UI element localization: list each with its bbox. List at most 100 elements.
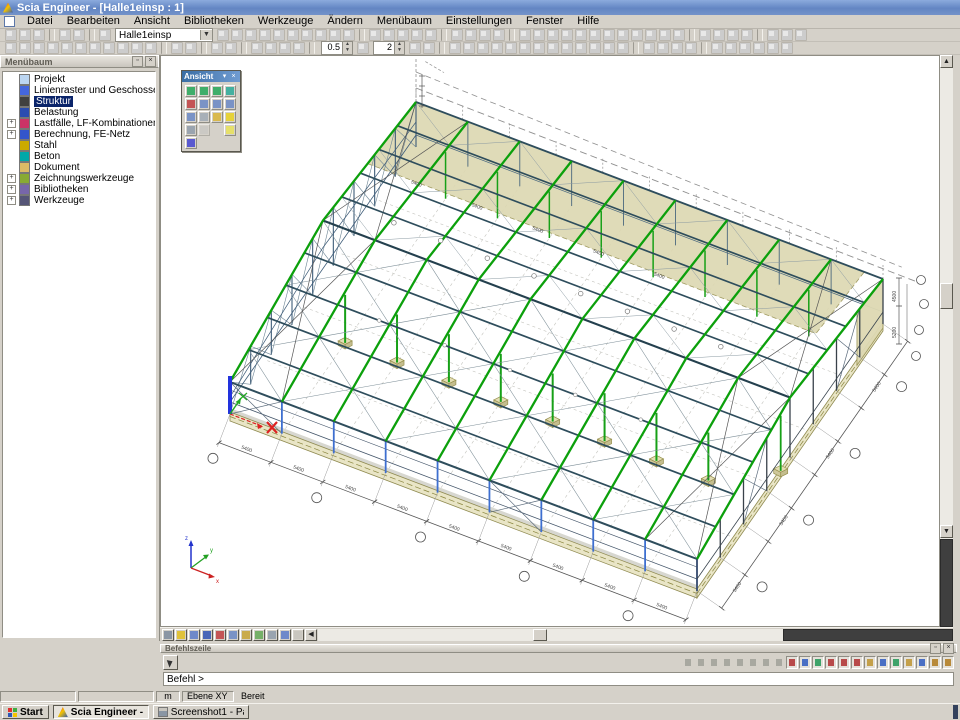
view-palette-header[interactable]: Ansicht ▾ × (182, 71, 240, 82)
tree-item-dokument[interactable]: + Dokument (3, 162, 155, 173)
export-icon[interactable] (685, 42, 697, 54)
zoom-selection-icon[interactable] (217, 29, 229, 41)
pick-move-icon[interactable] (747, 656, 759, 669)
arrange-windows-icon[interactable] (741, 29, 753, 41)
system-tray[interactable] (953, 705, 958, 719)
pick-polyline-icon[interactable] (773, 656, 785, 669)
load-panel-icon[interactable] (533, 42, 545, 54)
break-icon[interactable] (117, 42, 129, 54)
menu-item[interactable]: Werkzeuge (251, 15, 320, 27)
zoom-window-icon[interactable] (224, 98, 236, 110)
draw-line-icon[interactable] (682, 656, 694, 669)
active-project-combo[interactable]: Halle1einsp ▼ (115, 28, 213, 42)
tree-item-beton[interactable]: + Beton (3, 151, 155, 162)
named-view-icon[interactable] (198, 124, 210, 136)
view-palette[interactable]: Ansicht ▾ × (181, 70, 241, 152)
clip-plane-icon[interactable] (162, 629, 174, 641)
printer-icon[interactable] (369, 29, 381, 41)
scroll-up-icon[interactable]: ▲ (940, 55, 953, 68)
explode-icon[interactable] (171, 42, 183, 54)
pick-select-icon[interactable] (760, 656, 772, 669)
close-service-icon[interactable] (767, 29, 779, 41)
scale-icon[interactable] (145, 42, 157, 54)
menu-item[interactable]: Bearbeiten (60, 15, 127, 27)
select-all-icon[interactable] (225, 42, 237, 54)
expand-icon[interactable]: + (7, 174, 16, 183)
chevron-down-icon[interactable]: ▾ (220, 72, 229, 81)
table-icon[interactable] (329, 29, 341, 41)
picture-icon[interactable] (397, 29, 409, 41)
taskbar-task-button[interactable]: Screenshot1 - Paint (153, 705, 249, 719)
window-layout-icon[interactable] (617, 29, 629, 41)
window-layout-icon[interactable] (659, 29, 671, 41)
load-display-icon[interactable] (201, 629, 213, 641)
window-layout-icon[interactable] (575, 29, 587, 41)
line-grid-snap-icon[interactable] (812, 656, 824, 669)
member-1d-icon[interactable] (449, 42, 461, 54)
mirror-icon[interactable] (47, 42, 59, 54)
wall-icon[interactable] (505, 42, 517, 54)
cascade-windows-icon[interactable] (713, 29, 725, 41)
highlight-icon[interactable] (175, 629, 187, 641)
rotate-icon[interactable] (33, 42, 45, 54)
toolbar-icon[interactable] (201, 42, 207, 54)
window-layout-icon[interactable] (547, 29, 559, 41)
expand-icon[interactable]: + (7, 130, 16, 139)
palette-button[interactable] (211, 124, 223, 136)
tree-item-linienraster[interactable]: + Linienraster und Geschosse (3, 85, 155, 96)
scale-factor-icon[interactable] (409, 42, 421, 54)
group-icon[interactable] (279, 42, 291, 54)
toolbar-icon[interactable] (49, 29, 55, 41)
zoom-all-icon[interactable] (185, 111, 197, 123)
text-scale-icon[interactable] (227, 629, 239, 641)
snap-orthogonal-icon[interactable] (877, 656, 889, 669)
layers-icon[interactable] (315, 29, 327, 41)
ungroup-icon[interactable] (293, 42, 305, 54)
document-icon[interactable] (411, 29, 423, 41)
pin-icon[interactable]: ▫ (132, 56, 143, 67)
circle-icon[interactable] (753, 42, 765, 54)
unbind-icon[interactable] (265, 42, 277, 54)
new-document-icon[interactable] (5, 29, 17, 41)
close-icon[interactable]: × (229, 72, 238, 81)
clipboard-icon[interactable] (273, 29, 285, 41)
save-icon[interactable] (33, 29, 45, 41)
connect-icon[interactable] (185, 42, 197, 54)
user-block-icon[interactable] (657, 42, 669, 54)
view-front-icon[interactable] (185, 85, 197, 97)
window-layout-icon[interactable] (631, 29, 643, 41)
menu-item[interactable]: Menübaum (370, 15, 439, 27)
scroll-left-icon[interactable]: ◀ (305, 629, 317, 641)
menu-item[interactable]: Einstellungen (439, 15, 519, 27)
scale-spinner[interactable]: 2 ▲▼ (373, 41, 405, 55)
scroll-thumb[interactable] (940, 283, 953, 309)
ucs-icon[interactable] (185, 98, 197, 110)
erase-icon[interactable] (721, 656, 733, 669)
snap-endpoint-icon[interactable] (838, 656, 850, 669)
light-icon[interactable] (224, 111, 236, 123)
node-icon[interactable] (561, 42, 573, 54)
clip-icon[interactable] (479, 29, 491, 41)
project-window-icon[interactable] (99, 29, 111, 41)
expand-icon[interactable]: + (7, 185, 16, 194)
toolbar-icon[interactable] (441, 29, 447, 41)
new-window-icon[interactable] (699, 29, 711, 41)
cursor-snap-icon[interactable] (786, 656, 798, 669)
snap-step-spinner[interactable]: 0.5 ▲▼ (321, 41, 353, 55)
status-plane[interactable]: Ebene XY (182, 691, 234, 702)
window-layout-icon[interactable] (603, 29, 615, 41)
cursor-mode-icon[interactable] (163, 655, 178, 670)
stretch-icon[interactable] (75, 42, 87, 54)
extend-icon[interactable] (103, 42, 115, 54)
clipping-box-icon[interactable] (211, 111, 223, 123)
array-icon[interactable] (61, 42, 73, 54)
toolbar-icon[interactable] (161, 42, 167, 54)
snap-length-icon[interactable] (916, 656, 928, 669)
select-previous-icon[interactable] (211, 42, 223, 54)
window-layout-icon[interactable] (645, 29, 657, 41)
tree-item-stahl[interactable]: + Stahl (3, 140, 155, 151)
tree-item-projekt[interactable]: + Projekt (3, 74, 155, 85)
status-unit[interactable]: m (156, 691, 180, 702)
mdi-document-icon[interactable] (4, 16, 15, 27)
snap-plane-icon[interactable] (929, 656, 941, 669)
